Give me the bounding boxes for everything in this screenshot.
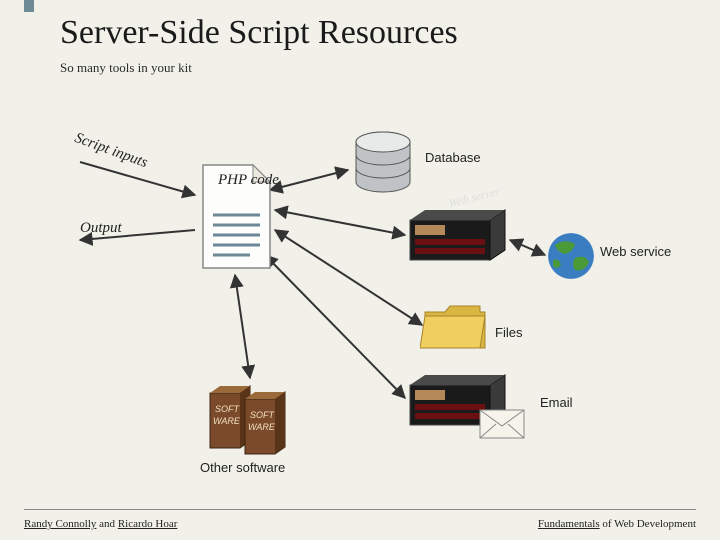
- architecture-diagram: Script inputs Output PHP code Database W…: [0, 100, 720, 480]
- php-code-text: PHP code: [218, 172, 279, 188]
- label-web-service: Web service: [600, 245, 671, 259]
- label-files: Files: [495, 325, 522, 340]
- author-1: Randy Connolly: [24, 518, 96, 530]
- svg-text:WARE: WARE: [248, 422, 276, 432]
- book-part2: of Web Development: [600, 518, 696, 530]
- folder-icon: [420, 300, 490, 355]
- slide-title: Server-Side Script Resources: [60, 14, 458, 52]
- footer-rule: [24, 509, 696, 510]
- label-other-software: Other software: [200, 460, 285, 475]
- database-icon: [348, 130, 418, 200]
- web-server-icon: [405, 205, 510, 270]
- svg-text:SOFT: SOFT: [250, 410, 276, 420]
- author-2: Ricardo Hoar: [118, 518, 178, 530]
- label-output: Output: [80, 220, 122, 237]
- globe-icon: [545, 230, 597, 282]
- slide-subtitle: So many tools in your kit: [60, 60, 192, 76]
- author-connector: and: [96, 518, 117, 530]
- label-email: Email: [540, 395, 573, 410]
- software-boxes-icon: SOFT WARE SOFT WARE: [205, 378, 300, 458]
- email-server-icon: [405, 370, 535, 450]
- accent-bar: [24, 0, 34, 12]
- footer-authors: Randy Connolly and Ricardo Hoar: [24, 518, 177, 530]
- label-php-code: PHP code: [218, 173, 279, 189]
- svg-text:SOFT: SOFT: [215, 404, 241, 414]
- label-database: Database: [425, 150, 481, 165]
- book-part1: Fundamentals: [538, 518, 600, 530]
- footer-book: Fundamentals of Web Development: [538, 518, 696, 530]
- svg-text:WARE: WARE: [213, 416, 241, 426]
